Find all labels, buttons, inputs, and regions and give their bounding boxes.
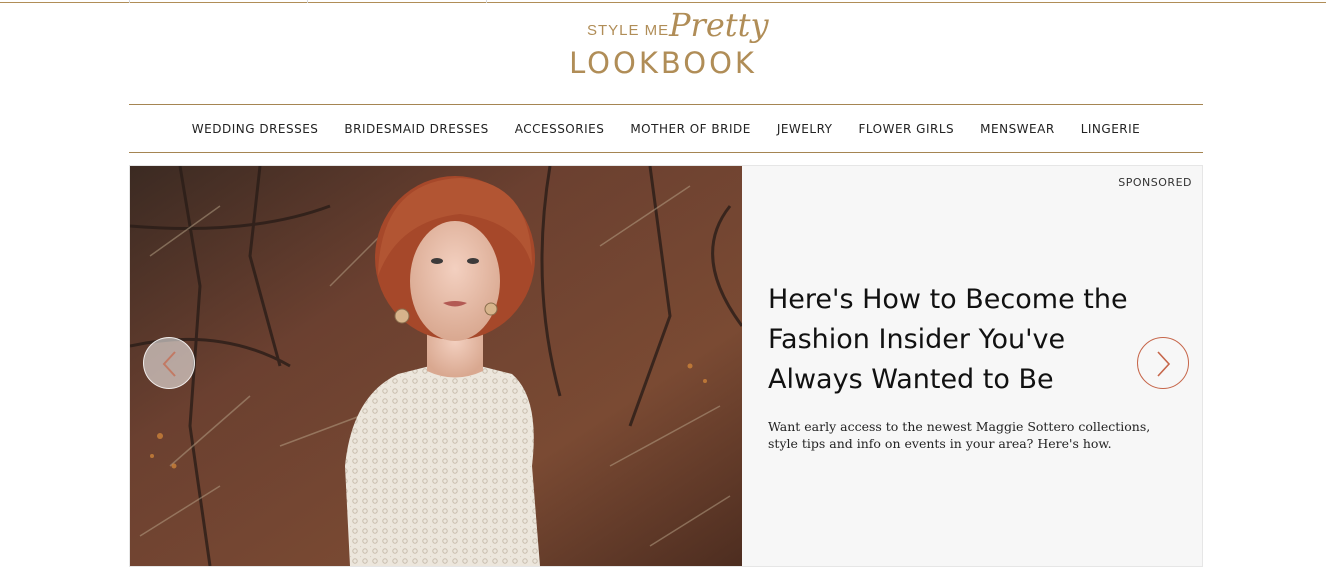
feature-image[interactable] <box>130 166 742 566</box>
top-divider <box>486 0 487 3</box>
chevron-left-icon <box>162 351 176 377</box>
site-logo[interactable]: STYLE ME Pretty LOOKBOOK <box>540 2 786 80</box>
top-divider <box>307 0 308 3</box>
feature-text-panel: SPONSORED Here's How to Become the Fashi… <box>742 166 1202 566</box>
nav-item-wedding-dresses[interactable]: WEDDING DRESSES <box>192 122 319 136</box>
nav-item-accessories[interactable]: ACCESSORIES <box>515 122 605 136</box>
carousel-prev-button[interactable] <box>143 337 195 389</box>
logo-script-text: Pretty <box>669 6 769 44</box>
nav-item-mother-of-bride[interactable]: MOTHER OF BRIDE <box>630 122 750 136</box>
logo-small-text: STYLE ME <box>587 22 670 39</box>
nav-item-menswear[interactable]: MENSWEAR <box>980 122 1055 136</box>
carousel-next-button[interactable] <box>1137 337 1189 389</box>
logo-main-text: LOOKBOOK <box>569 46 757 80</box>
nav-item-bridesmaid-dresses[interactable]: BRIDESMAID DRESSES <box>344 122 488 136</box>
nav-item-flower-girls[interactable]: FLOWER GIRLS <box>858 122 954 136</box>
feature-carousel: SPONSORED Here's How to Become the Fashi… <box>129 165 1203 567</box>
chevron-right-icon <box>1157 351 1171 377</box>
nav-item-lingerie[interactable]: LINGERIE <box>1081 122 1141 136</box>
sponsored-badge: SPONSORED <box>1118 176 1192 189</box>
logo-tagline: STYLE ME Pretty <box>540 8 786 48</box>
feature-headline[interactable]: Here's How to Become the Fashion Insider… <box>768 280 1148 400</box>
nav-item-jewelry[interactable]: JEWELRY <box>777 122 833 136</box>
top-divider <box>129 0 130 3</box>
feature-description: Want early access to the newest Maggie S… <box>768 419 1151 451</box>
main-nav: WEDDING DRESSES BRIDESMAID DRESSES ACCES… <box>129 104 1203 153</box>
